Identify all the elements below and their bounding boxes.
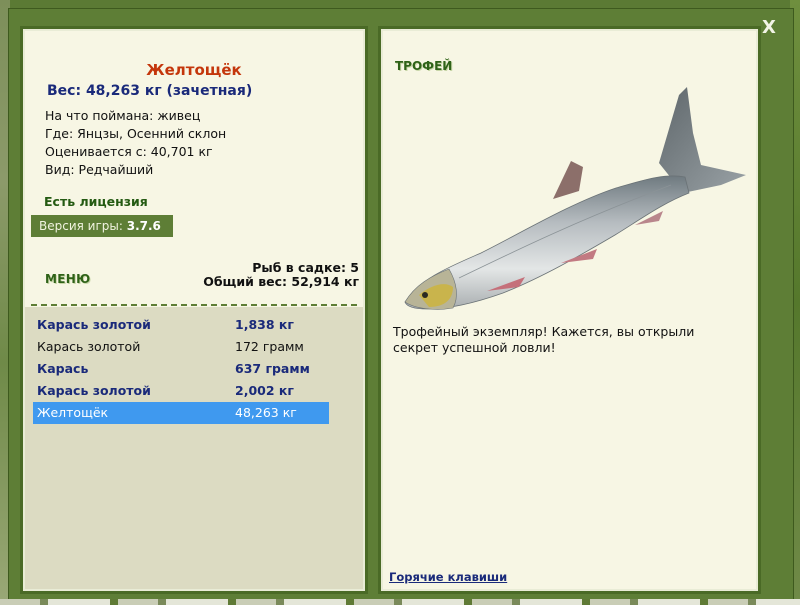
game-version-value: 3.7.6	[126, 219, 161, 233]
catch-row-selected[interactable]: Желтощёк 48,263 кг	[33, 402, 329, 424]
catch-row[interactable]: Карась золотой 172 грамм	[33, 336, 329, 358]
catch-list: Карась золотой 1,838 кг Карась золотой 1…	[25, 307, 363, 589]
catch-row-name: Желтощёк	[37, 405, 109, 420]
catch-row-weight: 637 грамм	[235, 361, 310, 376]
catch-row[interactable]: Карась 637 грамм	[33, 358, 329, 380]
catch-row-weight: 48,263 кг	[235, 405, 297, 420]
catch-row-name: Карась золотой	[37, 383, 151, 398]
catch-row-weight: 2,002 кг	[235, 383, 294, 398]
catch-row-name: Карась	[37, 361, 89, 376]
license-status: Есть лицензия	[44, 194, 148, 209]
trophy-panel: ТРОФЕЙ Трофейный экземпляр! Кажется, вы …	[378, 26, 761, 594]
rated-from-info: Оценивается с: 40,701 кг	[45, 144, 213, 159]
catch-row[interactable]: Карась золотой 2,002 кг	[33, 380, 329, 402]
keepnet-summary: Рыб в садке: 5 Общий вес: 52,914 кг	[203, 261, 359, 289]
fish-weight: Вес: 48,263 кг (зачетная)	[47, 83, 253, 99]
close-button[interactable]: X	[759, 17, 779, 39]
divider	[31, 304, 357, 306]
catch-row-name: Карась золотой	[37, 317, 151, 332]
game-version: Версия игры: 3.7.6	[31, 215, 173, 237]
keepnet-total-weight: Общий вес: 52,914 кг	[203, 274, 359, 289]
keepnet-count: Рыб в садке: 5	[252, 260, 359, 275]
trophy-label: ТРОФЕЙ	[395, 59, 453, 73]
hotkeys-link[interactable]: Горячие клавиши	[389, 570, 507, 584]
catch-row[interactable]: Карась золотой 1,838 кг	[33, 314, 329, 336]
game-version-label: Версия игры:	[39, 219, 127, 233]
rarity-info: Вид: Редчайший	[45, 162, 154, 177]
bait-info: На что поймана: живец	[45, 108, 201, 123]
fish-info-panel: Желтощёк Вес: 48,263 кг (зачетная) На чт…	[20, 26, 368, 594]
fish-image	[404, 87, 746, 310]
location-info: Где: Янцзы, Осенний склон	[45, 126, 227, 141]
catch-row-weight: 172 грамм	[235, 339, 304, 354]
fish-details: На что поймана: живец Где: Янцзы, Осенни…	[45, 107, 226, 179]
menu-button[interactable]: МЕНЮ	[45, 272, 90, 286]
fish-name: Желтощёк	[146, 61, 242, 79]
catch-row-name: Карась золотой	[37, 339, 141, 354]
catch-row-weight: 1,838 кг	[235, 317, 294, 332]
fish-dialog: X Желтощёк Вес: 48,263 кг (зачетная) На …	[8, 8, 794, 601]
background-bottom	[0, 599, 800, 605]
trophy-description: Трофейный экземпляр! Кажется, вы открыли…	[393, 324, 695, 355]
